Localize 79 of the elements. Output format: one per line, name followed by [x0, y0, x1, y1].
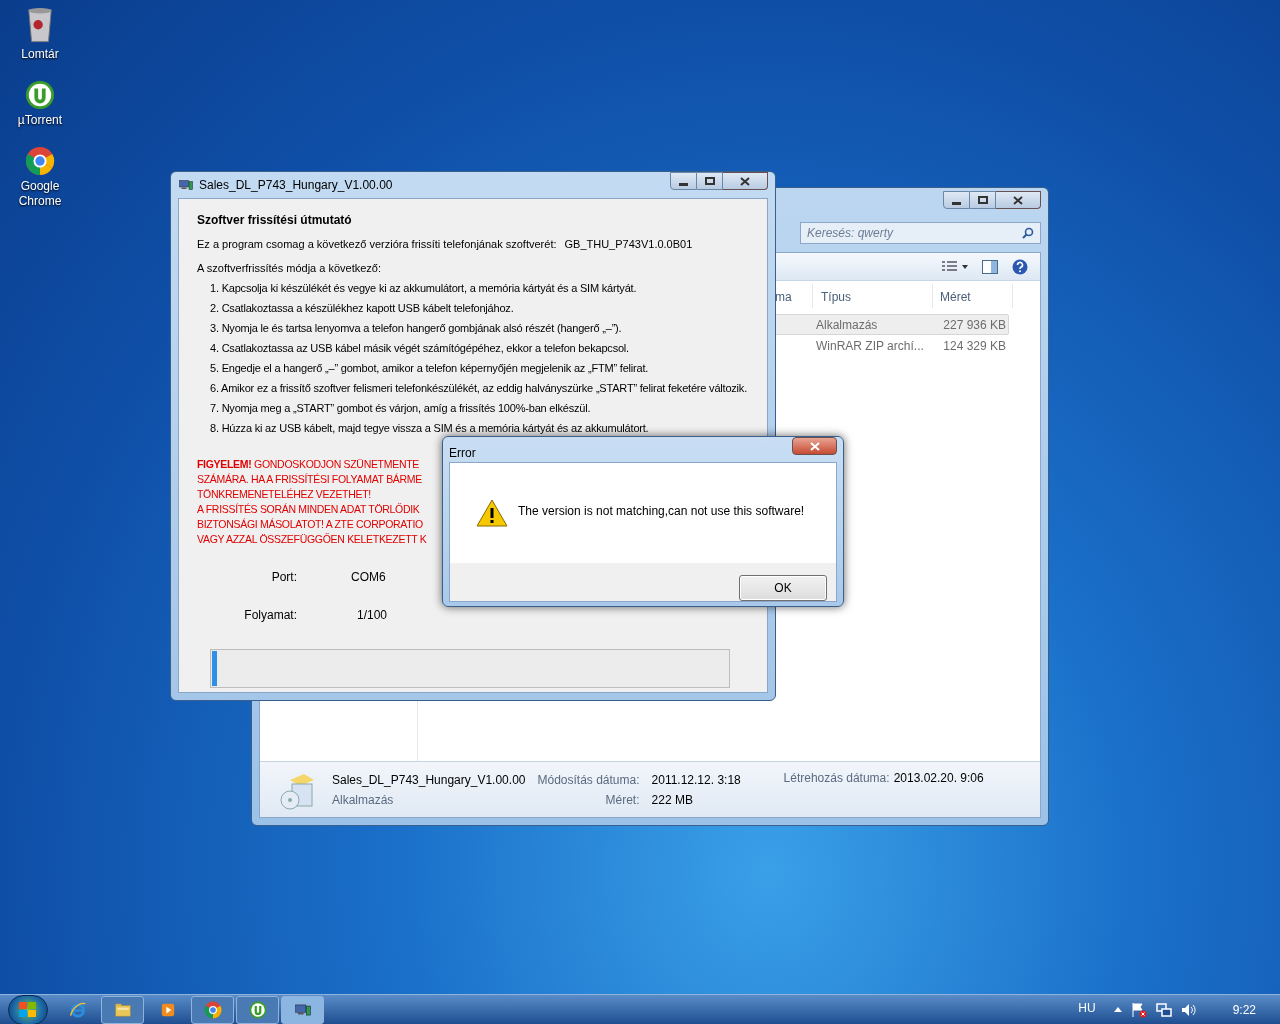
search-field[interactable]: Keresés: qwerty [800, 222, 1041, 244]
step-text: 8. Húzza ki az USB kábelt, majd tegye vissza a SIM és a memória kártyát és az akkumulátort. [210, 421, 650, 436]
network-icon[interactable] [1155, 1001, 1172, 1018]
flag-with-x-icon[interactable] [1130, 1001, 1147, 1018]
warning-text: A FRISSÍTÉS SORÁN MINDEN ADAT TÖRLŐDIK [197, 502, 420, 517]
column-header[interactable]: Típus [813, 284, 933, 308]
chrome-logo-icon [203, 1000, 222, 1019]
preview-pane-icon[interactable] [982, 259, 998, 274]
language-indicator[interactable]: HU [1078, 999, 1096, 1017]
step-text: 5. Engedje el a hangerő „–” gombot, amikor a telefon képernyőjén megjelenik az „FTM” felirat. [210, 361, 650, 376]
taskbar-app-button[interactable] [281, 995, 324, 1024]
search-icon [1022, 227, 1034, 239]
warning-icon [476, 499, 508, 527]
utorrent-logo-icon [25, 79, 55, 110]
close-icon [809, 441, 820, 451]
computer-phone-icon [178, 177, 194, 193]
detail-label: Létrehozás dátuma: [783, 770, 890, 787]
desktop-icon-label[interactable]: Lomtár [5, 46, 75, 62]
window-title: Sales_DL_P743_Hungary_V1.00.00 [199, 177, 393, 194]
windows-logo-icon [19, 1001, 37, 1018]
view-list-icon[interactable] [942, 260, 968, 273]
file-size: 124 329 KB [942, 337, 1006, 355]
version-text: GB_THU_P743V1.0.0B01 [564, 237, 693, 252]
start-button[interactable] [8, 994, 48, 1024]
close-icon [740, 176, 750, 186]
step-text: 4. Csatlakoztassa az USB kábel másik végét számítógépéhez, ekkor a telefon bekapcsol. [210, 341, 630, 356]
port-label: Port: [270, 569, 297, 586]
intro-text: Ez a program csomag a következő verzióra frissíti telefonjának szoftverét: [197, 237, 557, 252]
step-text: 3. Nyomja le és tartsa lenyomva a telefon hangerő gombjának alsó részét (hangerő „–”). [210, 321, 623, 336]
close-icon [1013, 195, 1023, 205]
chrome-logo-icon [25, 145, 55, 176]
file-row[interactable]: WinRAR ZIP archí... 124 329 KB [773, 335, 1009, 356]
file-type: Alkalmazás [332, 791, 395, 809]
close-button[interactable] [723, 172, 768, 190]
warning-text: SZÁMÁRA. HA A FRISSÍTÉSI FOLYAMAT BÁRME [197, 472, 422, 487]
show-hidden-icons-arrow-icon[interactable] [1113, 1007, 1122, 1012]
taskbar-app-button[interactable] [236, 995, 279, 1024]
step-text: 7. Nyomja meg a „START” gombot és várjon, amíg a frissítés 100%-ban elkészül. [210, 401, 592, 416]
close-button[interactable] [996, 191, 1041, 209]
column-header[interactable]: Méret [933, 284, 1013, 308]
detail-value: 222 MB [651, 791, 694, 809]
minimize-button[interactable] [670, 172, 697, 190]
dialog-title: Error [449, 445, 476, 462]
file-name: Sales_DL_P743_Hungary_V1.00.00 [332, 771, 526, 789]
progress-label: Folyamat: [243, 607, 297, 624]
help-icon[interactable] [1012, 258, 1028, 275]
browser-e-icon [68, 1000, 87, 1019]
utorrent-logo-icon [248, 1000, 267, 1019]
ok-button[interactable]: OK [739, 575, 827, 601]
guide-heading: Szoftver frissítési útmutató [197, 212, 353, 229]
trash-bin-icon [25, 6, 55, 44]
desktop-icon-label[interactable]: µTorrent [5, 112, 75, 128]
minimize-button[interactable] [943, 191, 970, 209]
progress-value: 1/100 [357, 607, 388, 624]
error-message: The version is not matching,can not use this software! [518, 503, 805, 520]
file-type: Alkalmazás [815, 316, 879, 334]
warning-text: VAGY AZZAL ÖSSZEFÜGGŐEN KELETKEZETT K [197, 532, 427, 547]
step-text: 6. Amikor ez a frissítő szoftver felismeri telefonkészülékét, az eddig halványszürke „START” felirat feketére változik. [210, 381, 748, 396]
close-button[interactable] [792, 437, 837, 455]
maximize-button[interactable] [970, 191, 996, 209]
file-row[interactable]: Alkalmazás 227 936 KB [773, 314, 1009, 335]
detail-value: 2011.12.12. 3:18 [651, 771, 742, 789]
warning-text: TÖNKREMENETELÉHEZ VEZETHET! [197, 487, 371, 502]
method-text: A szoftverfrissítés módja a következő: [197, 260, 383, 276]
port-value: COM6 [351, 569, 386, 586]
step-text: 1. Kapcsolja ki készülékét és vegye ki az akkumulátort, a memória kártyát és a SIM kártyát. [210, 281, 638, 296]
maximize-button[interactable] [697, 172, 723, 190]
warning-text: FIGYELEM! GONDOSKODJON SZÜNETMENTE [197, 457, 419, 472]
warning-text: BIZTONSÁGI MÁSOLATOT! A ZTE CORPORATIO [197, 517, 423, 532]
taskbar-app-button[interactable] [101, 995, 144, 1024]
desktop-icon-label[interactable]: Google Chrome [5, 178, 75, 209]
detail-label: Módosítás dátuma: [537, 771, 640, 789]
step-text: 2. Csatlakoztassa a készülékhez kapott USB kábelt telefonjához. [210, 301, 515, 316]
file-size: 227 936 KB [942, 316, 1006, 334]
detail-value: 2013.02.20. 9:06 [893, 770, 984, 787]
detail-label: Méret: [605, 791, 640, 809]
file-type: WinRAR ZIP archí... [815, 337, 925, 355]
taskbar-app-button[interactable] [191, 995, 234, 1024]
clock[interactable]: 9:22 [1232, 1000, 1256, 1019]
